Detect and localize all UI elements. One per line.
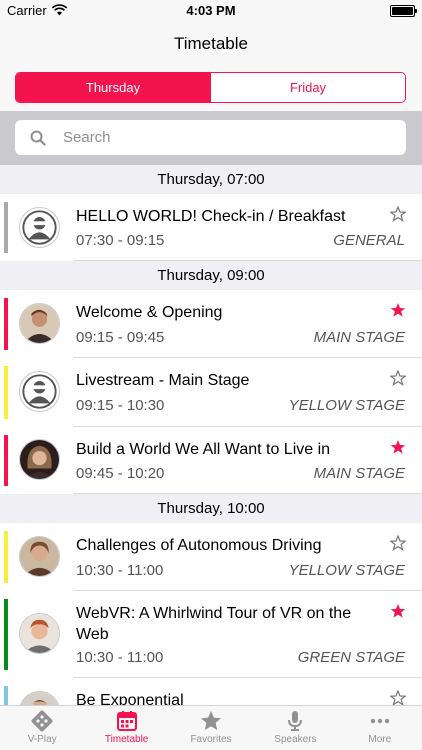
session-track: MAIN STAGE xyxy=(313,465,405,482)
session-title: Welcome & Opening xyxy=(76,304,223,321)
favorite-star-icon[interactable] xyxy=(390,690,406,705)
star-icon xyxy=(201,711,222,730)
placeholder-avatar-icon xyxy=(19,207,60,248)
segment-thursday[interactable]: Thursday xyxy=(16,73,210,102)
track-color-bar xyxy=(4,435,8,486)
tab-speakers[interactable]: Speakers xyxy=(253,706,337,750)
track-color-bar xyxy=(4,531,8,583)
day-segmented-control: Thursday Friday xyxy=(15,72,406,103)
section-header: Thursday, 07:00 xyxy=(0,165,422,194)
track-color-bar xyxy=(4,202,8,253)
page-title: Timetable xyxy=(173,34,248,53)
placeholder-avatar-icon xyxy=(19,371,60,412)
speaker-avatar xyxy=(19,613,60,654)
status-bar: Carrier 4:03 PM xyxy=(0,0,422,22)
session-row[interactable]: Be Exponential xyxy=(0,678,422,705)
track-color-bar xyxy=(4,599,8,670)
search-input[interactable]: Search xyxy=(15,120,406,155)
session-row[interactable]: Welcome & Opening 09:15 - 09:45 MAIN STA… xyxy=(0,290,422,358)
more-icon xyxy=(370,718,390,724)
tab-label: Speakers xyxy=(274,734,317,745)
favorite-star-icon[interactable] xyxy=(390,370,406,386)
session-title: Challenges of Autonomous Driving xyxy=(76,537,322,554)
session-title: Be Exponential xyxy=(76,692,184,705)
session-time: 09:45 - 10:20 xyxy=(76,465,165,482)
navigation-bar: Timetable xyxy=(0,22,422,66)
tab-label: V-Play xyxy=(27,734,57,745)
favorite-star-icon[interactable] xyxy=(390,439,406,455)
day-selector-area: Thursday Friday xyxy=(0,66,422,111)
session-time: 07:30 - 09:15 xyxy=(76,232,165,249)
session-time: 09:15 - 09:45 xyxy=(76,329,165,346)
favorite-star-icon[interactable] xyxy=(390,535,406,551)
favorite-star-icon[interactable] xyxy=(390,603,406,619)
session-time: 09:15 - 10:30 xyxy=(76,397,165,414)
tab-label: Favorites xyxy=(190,734,232,745)
tab-more[interactable]: More xyxy=(338,706,422,750)
session-time: 10:30 - 11:00 xyxy=(76,649,164,666)
section-header: Thursday, 09:00 xyxy=(0,261,422,290)
session-row[interactable]: WebVR: A Whirlwind Tour of VR on the Web… xyxy=(0,591,422,678)
speaker-avatar xyxy=(19,303,60,344)
session-row[interactable]: Build a World We All Want to Live in 09:… xyxy=(0,427,422,494)
speaker-avatar xyxy=(19,536,60,577)
session-title: HELLO WORLD! Check-in / Breakfast xyxy=(76,208,346,225)
session-title: Build a World We All Want to Live in xyxy=(76,441,331,458)
search-icon xyxy=(30,130,46,146)
tab-v-play[interactable]: V-Play xyxy=(0,706,84,750)
session-track: MAIN STAGE xyxy=(313,329,405,346)
tab-bar: V-Play Timetable Favorites Speakers More xyxy=(0,705,422,750)
search-bar: Search xyxy=(0,111,422,165)
session-track: YELLOW STAGE xyxy=(288,562,405,579)
session-time: 10:30 - 11:00 xyxy=(76,562,164,579)
tab-timetable[interactable]: Timetable xyxy=(84,706,168,750)
battery-icon xyxy=(390,5,417,17)
session-track: GREEN STAGE xyxy=(297,649,405,666)
speaker-avatar xyxy=(19,691,60,705)
v-play-icon xyxy=(31,710,53,732)
microphone-icon xyxy=(288,711,303,731)
session-title: WebVR: A Whirlwind Tour of VR on the Web xyxy=(76,605,352,643)
tab-label: More xyxy=(368,734,392,745)
session-row[interactable]: Livestream - Main Stage 09:15 - 10:30 YE… xyxy=(0,358,422,427)
search-placeholder: Search xyxy=(63,129,111,146)
timetable-list[interactable]: Thursday, 07:00 HELLO WORLD! Check-in / … xyxy=(0,165,422,705)
track-color-bar xyxy=(4,298,8,350)
session-title: Livestream - Main Stage xyxy=(76,372,250,389)
status-time: 4:03 PM xyxy=(186,3,236,18)
track-color-bar xyxy=(4,686,8,705)
section-header: Thursday, 10:00 xyxy=(0,494,422,523)
session-track: GENERAL xyxy=(333,232,405,249)
calendar-icon xyxy=(116,711,137,731)
session-row[interactable]: HELLO WORLD! Check-in / Breakfast 07:30 … xyxy=(0,194,422,261)
speaker-avatar xyxy=(19,439,60,480)
track-color-bar xyxy=(4,366,8,419)
tab-favorites[interactable]: Favorites xyxy=(169,706,253,750)
session-row[interactable]: Challenges of Autonomous Driving 10:30 -… xyxy=(0,523,422,591)
favorite-star-icon[interactable] xyxy=(390,206,406,222)
session-track: YELLOW STAGE xyxy=(288,397,405,414)
segment-friday[interactable]: Friday xyxy=(210,73,405,102)
tab-label: Timetable xyxy=(104,734,149,745)
favorite-star-icon[interactable] xyxy=(390,302,406,318)
